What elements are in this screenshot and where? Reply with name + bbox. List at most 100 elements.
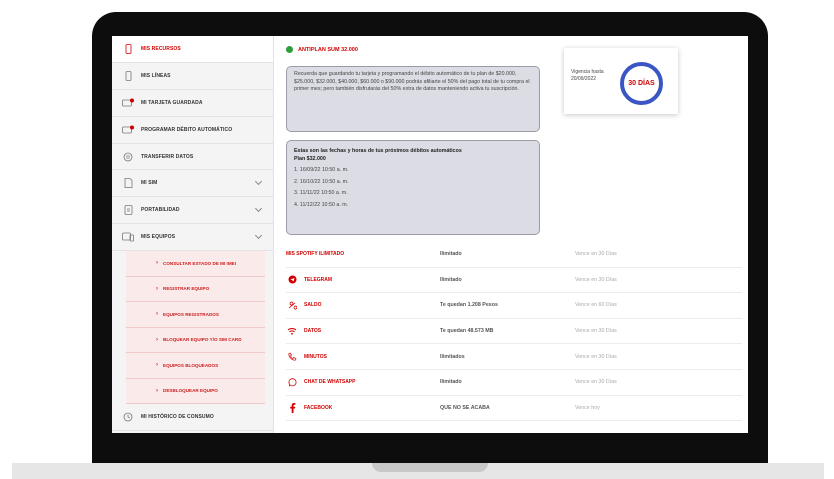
resource-name: MIS SPOTIFY ILIMITADO <box>286 251 440 257</box>
resource-name: SALDO <box>286 300 440 310</box>
submenu-item-equipos-bloqueados[interactable]: › EQUIPOS BLOQUEADOS <box>126 353 265 379</box>
plan-info-text: Recuerda que guardando tu tarjeta y prog… <box>294 71 530 92</box>
devices-icon <box>122 232 134 242</box>
sidebar-item-label: MIS RECURSOS <box>141 45 181 52</box>
submenu-item-label: CONSULTAR ESTADO DE MI IMEI <box>163 260 236 266</box>
schedule-item: 1. 16/09/22 10:50 a. m. <box>294 167 349 173</box>
sidebar-item-mi-sim[interactable]: MI SIM <box>112 170 273 198</box>
sidebar-item-mis-equipos[interactable]: MIS EQUIPOS <box>112 224 273 252</box>
resources-table: MIS SPOTIFY ILIMITADO Ilimitado Vence en… <box>286 242 742 422</box>
validity-label: Vigencia hasta 20/09/2022 <box>571 69 604 82</box>
laptop-notch <box>372 463 488 472</box>
resource-expiry: Vence en 30 Días <box>575 251 617 258</box>
resource-label: DATOS <box>304 328 322 335</box>
wifi-icon <box>286 326 298 336</box>
resource-label: MINUTOS <box>304 353 327 360</box>
schedule-box: Estas son las fechas y horas de tus próx… <box>286 140 540 235</box>
submenu-item-bloquear-equipo[interactable]: › BLOQUEAR EQUIPO Y/O SIM CARD <box>126 327 265 354</box>
resource-label: TELEGRAM <box>304 276 333 283</box>
facebook-icon <box>286 402 298 413</box>
submenu-item-desbloquear-equipo[interactable]: › DESBLOQUEAR EQUIPO <box>126 378 265 405</box>
table-row[interactable]: SALDO Te quedan 1.208 Pesos Vence en 60 … <box>286 293 742 319</box>
sim-icon <box>122 70 134 81</box>
sidebar-item-mis-recursos[interactable]: MIS RECURSOS <box>112 36 273 63</box>
resource-expiry: Vence en 30 Días <box>575 379 617 386</box>
sidebar-item-tarjeta-guardada[interactable]: MI TARJETA GUARDADA <box>112 90 273 117</box>
sidebar-item-debito-automatico[interactable]: PROGRAMAR DÉBITO AUTOMÁTICO <box>112 117 273 144</box>
balance-icon <box>286 300 298 310</box>
chevron-right-icon: › <box>156 285 158 292</box>
sidebar-item-label: MI HISTÓRICO DE CONSUMO <box>141 414 214 421</box>
resource-name: TELEGRAM <box>286 275 440 285</box>
schedule-item: 2. 16/10/22 10:50 a. m. <box>294 178 349 185</box>
resource-label: SALDO <box>304 302 322 309</box>
call-icon <box>286 352 298 362</box>
chevron-down-icon[interactable] <box>254 232 263 240</box>
sidebar-item-label: PORTABILIDAD <box>141 207 180 214</box>
laptop-screen: MIS RECURSOS MIS LÍNEAS MI TARJETA GUARD… <box>112 36 748 433</box>
chevron-down-icon[interactable] <box>254 178 263 186</box>
submenu-item-label: EQUIPOS REGISTRADOS <box>163 311 219 317</box>
table-row[interactable]: MINUTOS Ilimitados Vence en 30 Días <box>286 344 742 370</box>
submenu-item-label: REGISTRAR EQUIPO <box>163 286 210 292</box>
sidebar-item-label: MIS LÍNEAS <box>141 72 171 79</box>
chevron-right-icon: › <box>156 387 158 394</box>
resource-status: Ilimitado <box>440 276 462 283</box>
schedule-item: 3. 11/11/22 10:50 a. m. <box>294 190 348 196</box>
portability-icon <box>122 205 134 216</box>
card-icon <box>122 98 134 108</box>
resource-label: MIS SPOTIFY ILIMITADO <box>286 251 345 258</box>
submenu-item-label: DESBLOQUEAR EQUIPO <box>163 388 218 394</box>
plan-info-box: Recuerda que guardando tu tarjeta y prog… <box>286 66 540 132</box>
table-row[interactable]: DATOS Te quedan 48.573 MB Vence en 30 Dí… <box>286 319 742 345</box>
resource-expiry: Vence en 30 Días <box>575 276 617 283</box>
sidebar-item-historico-consumo[interactable]: MI HISTÓRICO DE CONSUMO <box>112 404 273 432</box>
main-content: ANTIPLAN SUM 32.000 Recuerda que guardan… <box>274 36 748 433</box>
resource-label: FACEBOOK <box>304 404 333 411</box>
table-row[interactable]: MIS SPOTIFY ILIMITADO Ilimitado Vence en… <box>286 242 742 268</box>
sidebar-item-transferir-datos[interactable]: TRANSFERIR DATOS <box>112 144 273 171</box>
days-remaining-value: 30 DÍAS <box>628 80 655 87</box>
resource-name: CHAT DE WHATSAPP <box>286 377 440 387</box>
schedule-item: 4. 11/12/22 10:50 a. m. <box>294 201 349 208</box>
chevron-down-icon[interactable] <box>254 205 263 213</box>
phone-icon <box>122 44 134 54</box>
resource-status: Te quedan 1.208 Pesos <box>440 302 498 309</box>
history-icon <box>122 412 134 422</box>
sidebar-item-mis-lineas[interactable]: MIS LÍNEAS <box>112 63 273 90</box>
submenu-item-equipos-registrados[interactable]: › EQUIPOS REGISTRADOS <box>126 302 265 328</box>
sidebar-item-portabilidad[interactable]: PORTABILIDAD <box>112 197 273 225</box>
schedule-title: Estas son las fechas y horas de tus próx… <box>294 148 462 154</box>
table-row[interactable]: TELEGRAM Ilimitado Vence en 30 Días <box>286 268 742 294</box>
resource-label: CHAT DE WHATSAPP <box>304 379 356 386</box>
sim-card-icon <box>122 178 134 189</box>
submenu-item-label: EQUIPOS BLOQUEADOS <box>163 362 219 368</box>
resource-expiry: Vence hoy <box>575 404 600 411</box>
submenu-item-consultar-imei[interactable]: › CONSULTAR ESTADO DE MI IMEI <box>126 251 265 277</box>
whatsapp-icon <box>286 377 298 387</box>
plan-header: ANTIPLAN SUM 32.000 <box>286 46 358 53</box>
days-remaining-badge: 30 DÍAS <box>620 62 663 105</box>
resource-expiry: Vence en 60 Días <box>575 302 617 309</box>
telegram-icon <box>286 275 298 285</box>
sidebar-item-label: MI SIM <box>141 180 158 187</box>
validity-card: Vigencia hasta 20/09/2022 30 DÍAS <box>564 48 678 114</box>
chevron-right-icon: › <box>156 362 158 369</box>
submenu-item-registrar-equipo[interactable]: › REGISTRAR EQUIPO <box>126 276 265 303</box>
resource-status: QUE NO SE ACABA <box>440 404 490 411</box>
transfer-icon <box>122 152 134 162</box>
resource-expiry: Vence en 30 Días <box>575 328 617 335</box>
resource-status: Ilimitado <box>440 379 462 386</box>
calendar-card-icon <box>122 125 134 135</box>
table-row[interactable]: CHAT DE WHATSAPP Ilimitado Vence en 30 D… <box>286 370 742 396</box>
schedule-plan: Plan $32.000 <box>294 155 326 162</box>
resource-name: DATOS <box>286 326 440 336</box>
resource-expiry: Vence en 30 Días <box>575 353 617 360</box>
plan-title: ANTIPLAN SUM 32.000 <box>298 46 358 53</box>
sidebar-item-label: PROGRAMAR DÉBITO AUTOMÁTICO <box>141 126 233 133</box>
chevron-right-icon: › <box>156 336 158 343</box>
table-row[interactable]: FACEBOOK QUE NO SE ACABA Vence hoy <box>286 396 742 422</box>
resource-status: Ilimitados <box>440 353 465 360</box>
resource-name: FACEBOOK <box>286 402 440 413</box>
resource-status: Ilimitado <box>440 251 462 258</box>
